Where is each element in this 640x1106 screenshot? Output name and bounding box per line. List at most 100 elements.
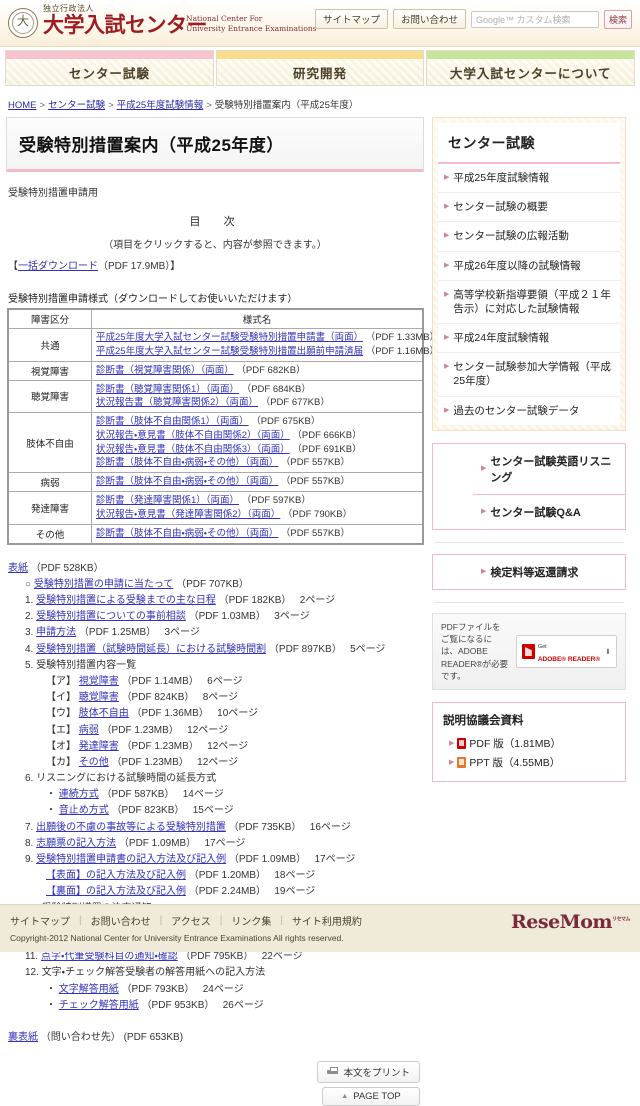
sidebar-item-4[interactable]: ▶ 高等学校新指導要領（平成２１年告示）に対応した試験情報 xyxy=(438,281,620,325)
toc-link-19[interactable]: 【裏面】の記入方法及び記入例 xyxy=(46,886,186,897)
toc-link-23[interactable]: 点字・代筆受験科目の通知・確認 xyxy=(41,951,178,962)
toc-item-26: ・ チェック解答用紙 （PDF 953KB） 26ページ xyxy=(46,998,424,1014)
toc-link-1[interactable]: 受験特別措置による受験までの主な日程 xyxy=(36,595,216,606)
file-link-5-0[interactable]: 診断書（発達障害関係1）（両面） xyxy=(96,495,239,506)
sidebar-item-6[interactable]: ▶ センター試験参加大学情報（平成25年度） xyxy=(438,353,620,397)
backcover-link[interactable]: 裏表紙 xyxy=(8,1032,38,1043)
chevron-right-icon: ▶ xyxy=(444,363,450,371)
divider-2 xyxy=(434,601,624,603)
sidebar-nav-box: センター試験 ▶ 平成25年度試験情報 ▶ センター試験の概要 ▶ センター試験の広報活動… xyxy=(432,117,626,431)
footer-link-0[interactable]: サイトマップ xyxy=(10,913,79,928)
sitemap-button[interactable]: サイトマップ xyxy=(314,9,388,29)
chevron-right-icon: ▶ xyxy=(444,261,450,269)
toc-link-0[interactable]: 受験特別措置の申請に当たって xyxy=(34,579,174,590)
toc-link-16[interactable]: 志願票の記入方法 xyxy=(36,838,116,849)
material-item-0[interactable]: ▶ PDF 版（1.81MB） xyxy=(443,734,615,753)
table-cell-category-5: 発達障害 xyxy=(7,491,92,525)
toc-size-14: （PDF 823KB） xyxy=(111,805,185,817)
toc-link-6[interactable]: 視覚障害 xyxy=(79,676,119,687)
search-input[interactable]: Google™ カスタム検索 xyxy=(470,10,599,28)
sidebar-item-0[interactable]: ▶ 平成25年度試験情報 xyxy=(438,164,620,194)
file-link-0-1[interactable]: 平成25年度大学入試センター試験受験特別措置出願前申請済届 xyxy=(96,346,363,357)
file-link-0-0[interactable]: 平成25年度大学入試センター試験受験特別措置申請書（両面） xyxy=(96,332,363,343)
file-entry-3-0: 診断書（肢体不自由関係1）（両面） （PDF 675KB） xyxy=(96,415,418,429)
sidebar-pink-b-item-0[interactable]: ▶ 検定料等返還請求 xyxy=(473,555,625,589)
toc-item-11: 【カ】 その他 （PDF 1.23MB） 12ページ xyxy=(46,755,424,771)
sidebar-pink-b-item-label-0: 検定料等返還請求 xyxy=(490,566,579,579)
sidebar-item-5[interactable]: ▶ 平成24年度試験情報 xyxy=(438,324,620,354)
toc-link-3[interactable]: 申請方法 xyxy=(36,627,76,638)
sidebar-pink-a-item-1[interactable]: ▶ センター試験Q&A xyxy=(473,495,625,529)
gnav-item-0[interactable]: センター試験 xyxy=(5,50,214,86)
toc-link-25[interactable]: 文字解答用紙 xyxy=(59,984,119,995)
footer-link-1[interactable]: お問い合わせ xyxy=(82,913,160,928)
toc-page-26: 26ページ xyxy=(222,999,264,1011)
toc-link-9[interactable]: 病弱 xyxy=(79,725,99,736)
toc-size-15: （PDF 735KB） xyxy=(228,821,302,833)
gnav-item-2[interactable]: 大学入試センターについて xyxy=(426,50,636,86)
toc-link-17[interactable]: 受験特別措置申請書の記入方法及び記入例 xyxy=(36,854,226,865)
file-link-2-0[interactable]: 診断書（聴覚障害関係1）（両面） xyxy=(96,384,239,395)
footer-link-4[interactable]: サイト利用規約 xyxy=(283,913,371,928)
breadcrumb-item-1[interactable]: センター試験 xyxy=(48,100,105,111)
toc-link-11[interactable]: その他 xyxy=(79,757,109,768)
toc-item-13: ・ 連続方式 （PDF 587KB） 14ページ xyxy=(46,787,424,803)
file-link-5-1[interactable]: 状況報告・意見書（発達障害関係2）（両面） xyxy=(96,509,280,520)
breadcrumb-item-0[interactable]: HOME xyxy=(8,100,37,111)
toc-link-8[interactable]: 肢体不自由 xyxy=(79,708,129,719)
toc-text-24: 文字・チェック解答受験者の解答用紙への記入方法 xyxy=(41,967,266,979)
toc-item-5: 5. 受験特別措置内容一覧 xyxy=(25,658,424,674)
gnav-item-1[interactable]: 研究開発 xyxy=(215,50,425,86)
contact-button[interactable]: お問い合わせ xyxy=(392,9,466,29)
footer-link-2[interactable]: アクセス xyxy=(162,913,220,928)
table-row: その他 診断書（肢体不自由・病弱・その他）（両面） （PDF 557KB） xyxy=(7,523,424,545)
toc-link-2[interactable]: 受験特別措置についての事前相談 xyxy=(36,611,186,622)
page-top-label: PAGE TOP xyxy=(353,1090,401,1102)
get-adobe-reader-button[interactable]: Get ADOBE® READER® ⬇ xyxy=(515,634,617,669)
toc-item-3: 3. 申請方法 （PDF 1.25MB） 3ページ xyxy=(25,625,424,641)
toc-link-7[interactable]: 聴覚障害 xyxy=(79,692,119,703)
toc-link-26[interactable]: チェック解答用紙 xyxy=(59,1000,139,1011)
chevron-right-icon: ▶ xyxy=(481,465,487,473)
file-size-2-0: （PDF 684KB） xyxy=(241,383,311,395)
toc-link-18[interactable]: 【表面】の記入方法及び記入例 xyxy=(46,870,186,881)
search-button[interactable]: 検索 xyxy=(603,9,632,29)
toc-link-15[interactable]: 出願後の不慮の事故等による受験特別措置 xyxy=(36,822,226,833)
footer-link-3[interactable]: リンク集 xyxy=(222,913,280,928)
material-item-1[interactable]: ▶ PPT 版（4.55MB） xyxy=(443,753,615,772)
sidebar-pink-a-item-0[interactable]: ▶ センター試験英語リスニング xyxy=(473,444,625,495)
adobe-reader-text: PDFファイルをご覧になるには、ADOBE READER®が必要です。 xyxy=(441,621,509,681)
file-link-1-0[interactable]: 診断書（視覚障害関係）（両面） xyxy=(96,365,234,376)
file-link-3-3[interactable]: 診断書（肢体不自由・病弱・その他）（両面） xyxy=(96,457,278,468)
cover-link[interactable]: 表紙 xyxy=(8,563,28,574)
toc-size-8: （PDF 1.36MB） xyxy=(131,708,209,720)
table-cell-files-1: 診断書（視覚障害関係）（両面） （PDF 682KB） xyxy=(91,360,424,381)
page-title-box: 受験特別措置案内（平成25年度） xyxy=(6,117,424,172)
toc-link-14[interactable]: 音止め方式 xyxy=(59,805,109,816)
toc-link-4[interactable]: 受験特別措置（試験時間延長）における試験時間割 xyxy=(36,644,266,655)
download-arrow-icon: ⬇ xyxy=(605,648,611,656)
page-top-button[interactable]: ▲ PAGE TOP xyxy=(322,1086,420,1106)
file-link-3-2[interactable]: 状況報告・意見書（肢体不自由関係3）（両面） xyxy=(96,444,290,455)
adobe-badge-label: Get ADOBE® READER® xyxy=(538,639,600,664)
sidebar-item-1[interactable]: ▶ センター試験の概要 xyxy=(438,193,620,223)
sidebar-item-7[interactable]: ▶ 過去のセンター試験データ xyxy=(438,397,620,425)
sidebar-item-label-2: センター試験の広報活動 xyxy=(453,230,569,243)
file-link-6-0[interactable]: 診断書（肢体不自由・病弱・その他）（両面） xyxy=(96,528,278,539)
file-size-2-1: （PDF 677KB） xyxy=(260,397,330,409)
site-logo[interactable]: 大 独立行政法人 大学入試センター xyxy=(8,2,208,38)
gnav-accent-0 xyxy=(6,51,213,59)
file-link-3-0[interactable]: 診断書（肢体不自由関係1）（両面） xyxy=(96,416,249,427)
bulk-download-link[interactable]: 一括ダウンロード xyxy=(18,261,98,272)
file-link-4-0[interactable]: 診断書（肢体不自由・病弱・その他）（両面） xyxy=(96,476,278,487)
print-button[interactable]: 本文をプリント xyxy=(317,1060,420,1083)
table-cell-category-6: その他 xyxy=(7,523,92,545)
toc-link-10[interactable]: 発達障害 xyxy=(79,741,119,752)
sidebar-item-2[interactable]: ▶ センター試験の広報活動 xyxy=(438,222,620,252)
materials-heading: 説明協議会資料 xyxy=(443,715,524,728)
toc-link-13[interactable]: 連続方式 xyxy=(59,789,99,800)
sidebar-item-3[interactable]: ▶ 平成26年度以降の試験情報 xyxy=(438,252,620,281)
file-link-2-1[interactable]: 状況報告書（聴覚障害関係2）（両面） xyxy=(96,397,258,408)
breadcrumb-item-2[interactable]: 平成25年度試験情報 xyxy=(117,100,204,111)
file-link-3-1[interactable]: 状況報告・意見書（肢体不自由関係2）（両面） xyxy=(96,430,290,441)
